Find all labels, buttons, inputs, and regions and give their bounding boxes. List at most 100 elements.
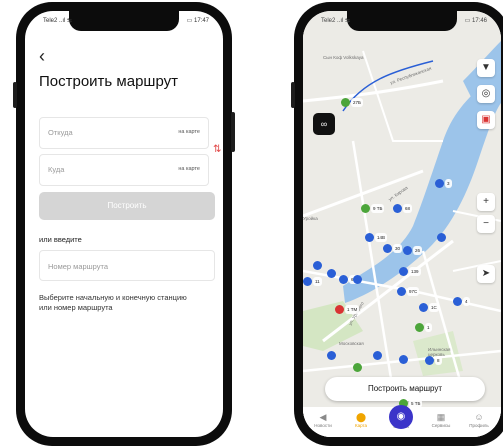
- vehicle-pin[interactable]: 139: [399, 267, 423, 276]
- bus-icon: [403, 246, 412, 255]
- tab-label: Карта: [354, 423, 368, 428]
- vehicle-pin[interactable]: 30: [383, 244, 404, 253]
- stage: Tele2 ..ıl ⇆ ▭ 17:47 ‹ Построить маршрут…: [0, 0, 503, 448]
- carrier-signal: Tele2 ..ıl ⇆: [321, 18, 351, 24]
- navigate-icon[interactable]: ➤: [477, 265, 495, 283]
- bus-marker[interactable]: [373, 351, 385, 360]
- bus-icon: [365, 233, 374, 242]
- tab-label: Новости: [314, 423, 332, 428]
- status-time: ▭ 17:47: [186, 18, 209, 24]
- to-on-map-button[interactable]: на карте: [178, 166, 200, 172]
- from-field[interactable]: Откуда на карте: [39, 117, 209, 149]
- right-phone-frame: Tele2 ..ıl ⇆ ▭ 17:46 Сын Коф Volkskaya у…: [291, 2, 503, 446]
- tab-news[interactable]: ◀ Новости: [305, 411, 341, 428]
- bus-icon: [399, 355, 408, 364]
- vehicle-pin[interactable]: 4: [453, 297, 472, 306]
- bus-marker[interactable]: [353, 275, 365, 284]
- bus-icon: [425, 356, 434, 365]
- vehicle-pin[interactable]: 8: [425, 356, 444, 365]
- vehicle-pin[interactable]: 1С: [419, 303, 441, 312]
- bus-icon: [373, 351, 382, 360]
- power-button: [231, 112, 235, 152]
- tab-services[interactable]: ▦ Сервисы: [423, 411, 459, 428]
- volume-button: [291, 82, 295, 108]
- back-arrow-icon[interactable]: ‹: [39, 47, 45, 65]
- bus-icon: [419, 303, 428, 312]
- bus-icon: [437, 233, 446, 242]
- map-pin-icon: ⬤: [355, 412, 367, 422]
- trolley-icon: [361, 204, 370, 213]
- route-number-field[interactable]: Номер маршрута: [39, 250, 215, 281]
- trolley-icon: [353, 363, 362, 372]
- vehicle-pin[interactable]: 97С: [397, 287, 421, 296]
- bus-marker[interactable]: [327, 269, 339, 278]
- or-enter-label: или введите: [39, 235, 82, 244]
- map-label: Уройка: [303, 216, 318, 221]
- status-bar: Tele2 ..ıl ⇆ ▭ 17:47: [25, 15, 223, 27]
- vehicle-pin[interactable]: 26: [403, 246, 424, 255]
- bus-icon: [393, 204, 402, 213]
- bus-icon: [399, 267, 408, 276]
- status-bar: Tele2 ..ıl ⇆ ▭ 17:46: [303, 15, 501, 27]
- trolley-icon: [341, 98, 350, 107]
- bus-marker[interactable]: [313, 261, 325, 270]
- profile-icon: ☺: [474, 412, 484, 422]
- tab-label: Сервисы: [431, 423, 451, 428]
- carrier-signal: Tele2 ..ıl ⇆: [43, 18, 73, 24]
- route-number-placeholder: Номер маршрута: [48, 262, 109, 271]
- zoom-in-button[interactable]: +: [477, 193, 495, 211]
- bus-icon: [397, 287, 406, 296]
- to-placeholder: Куда: [48, 165, 65, 174]
- map-label: Сын Коф Volkskaya: [323, 55, 364, 60]
- bus-icon: [353, 275, 362, 284]
- status-time: ▭ 17:46: [464, 18, 487, 24]
- map-label: Московская: [339, 341, 364, 346]
- left-screen: Tele2 ..ıl ⇆ ▭ 17:47 ‹ Построить маршрут…: [25, 11, 223, 437]
- trolley-marker[interactable]: [353, 363, 365, 372]
- vehicle-pin[interactable]: 14В: [365, 233, 389, 242]
- swap-icon[interactable]: ⇅: [213, 144, 221, 155]
- bus-icon: [339, 275, 348, 284]
- bus-icon: [313, 261, 322, 270]
- bus-icon: [303, 277, 312, 286]
- zoom-out-button[interactable]: −: [477, 215, 495, 233]
- bus-icon: [383, 244, 392, 253]
- filter-icon[interactable]: ▼: [477, 59, 495, 77]
- to-field[interactable]: Куда на карте: [39, 154, 209, 186]
- from-placeholder: Откуда: [48, 128, 73, 137]
- bus-icon: [435, 179, 444, 188]
- vehicle-pin[interactable]: 11: [303, 277, 324, 286]
- vehicle-pin[interactable]: 3: [435, 179, 454, 188]
- hint-text: Выберите начальную и конечную станцию ил…: [39, 293, 187, 312]
- vehicle-pin[interactable]: 9 ТБ: [361, 204, 386, 213]
- city-map[interactable]: Tele2 ..ıl ⇆ ▭ 17:46 Сын Коф Volkskaya у…: [303, 11, 501, 437]
- page-title: Построить маршрут: [39, 73, 178, 90]
- transport-type-icon[interactable]: ▣: [477, 111, 495, 129]
- left-phone-frame: Tele2 ..ıl ⇆ ▭ 17:47 ‹ Построить маршрут…: [13, 2, 235, 446]
- bus-icon: [453, 297, 462, 306]
- vehicle-pin[interactable]: 27Б: [341, 98, 365, 107]
- from-on-map-button[interactable]: на карте: [178, 129, 200, 135]
- build-button[interactable]: Построить: [39, 192, 215, 220]
- news-icon: ◀: [319, 412, 327, 422]
- bus-marker[interactable]: [327, 351, 339, 360]
- right-screen: Tele2 ..ıl ⇆ ▭ 17:46 Сын Коф Volkskaya у…: [303, 11, 501, 437]
- tram-icon: [335, 305, 344, 314]
- tab-label: Профиль: [469, 423, 489, 428]
- bus-icon: [327, 351, 336, 360]
- glasses-icon[interactable]: ∞: [313, 113, 335, 135]
- payment-icon[interactable]: ◉: [389, 405, 413, 429]
- build-route-button[interactable]: Построить маршрут: [325, 377, 485, 401]
- services-icon: ▦: [436, 412, 446, 422]
- bus-icon: [327, 269, 336, 278]
- locate-icon[interactable]: ◎: [477, 85, 495, 103]
- volume-button: [13, 82, 17, 108]
- tab-profile[interactable]: ☺ Профиль: [461, 411, 497, 428]
- bus-marker[interactable]: [399, 355, 411, 364]
- vehicle-pin[interactable]: 1: [415, 323, 434, 332]
- tab-map[interactable]: ⬤ Карта: [343, 411, 379, 428]
- trolley-icon: [415, 323, 424, 332]
- vehicle-pin[interactable]: 1 ТМ: [335, 305, 361, 314]
- vehicle-pin[interactable]: 68: [393, 204, 414, 213]
- bus-marker[interactable]: [437, 233, 449, 242]
